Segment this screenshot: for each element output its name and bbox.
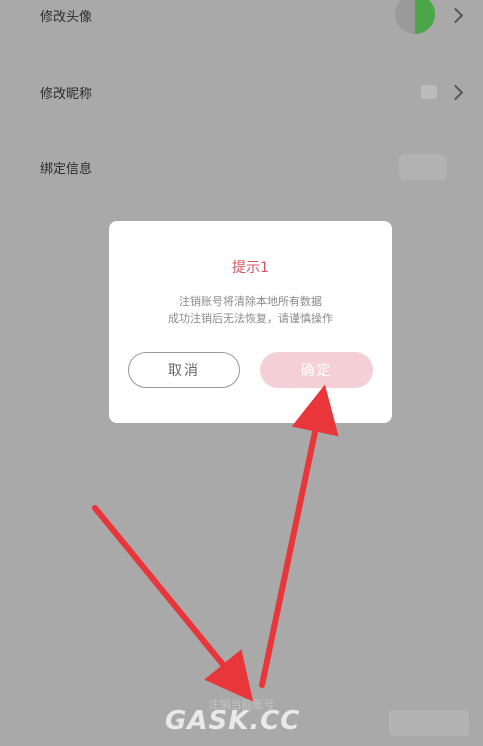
- arrow-to-logout: [92, 505, 254, 702]
- arrow-to-confirm: [259, 384, 339, 688]
- annotation-arrows: [92, 384, 339, 702]
